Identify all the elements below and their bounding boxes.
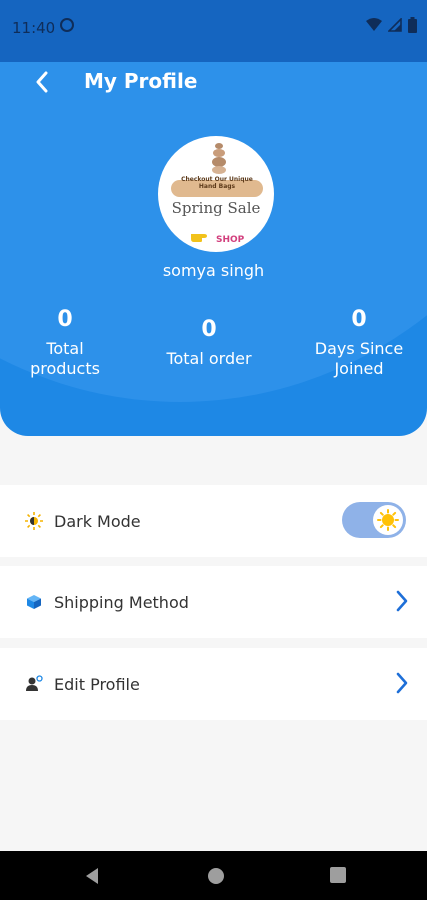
- chevron-right-icon: [396, 672, 408, 694]
- settings-row-edit-profile[interactable]: Edit Profile: [0, 648, 427, 720]
- avatar-headline: Spring Sale: [171, 199, 261, 217]
- user-name: somya singh: [162, 261, 265, 280]
- back-button[interactable]: [24, 62, 60, 102]
- pointing-hand-icon: [191, 234, 207, 242]
- stat-value: 0: [57, 307, 73, 332]
- arrow-left-icon: [36, 71, 48, 93]
- status-icons: [366, 17, 417, 33]
- stat-label-line1: Total order: [166, 349, 252, 368]
- stones-illustration: [212, 143, 226, 174]
- avatar-shop-label: SHOP: [216, 235, 245, 245]
- settings-row-shipping-method[interactable]: Shipping Method: [0, 566, 427, 638]
- toggle-knob: [373, 505, 403, 535]
- signal-icon: [388, 18, 402, 32]
- status-bar: 11:40: [0, 0, 427, 62]
- box-icon: [24, 592, 44, 612]
- dark-mode-toggle[interactable]: [342, 502, 406, 538]
- stat-days-since-joined: 0 Days Since Joined: [304, 307, 414, 379]
- page-title: My Profile: [84, 69, 198, 93]
- shipping-method-label: Shipping Method: [54, 592, 189, 612]
- stat-label-line1: Total: [46, 339, 84, 358]
- edit-profile-label: Edit Profile: [54, 674, 140, 694]
- system-nav-bar: [0, 851, 427, 900]
- stat-value: 0: [351, 307, 367, 332]
- data-saver-icon: [60, 18, 74, 32]
- stat-label-line1: Days Since: [314, 339, 404, 358]
- user-icon: [24, 674, 44, 694]
- dark-mode-label: Dark Mode: [54, 511, 141, 531]
- stat-label-line2: Joined: [334, 359, 384, 378]
- nav-recents-icon[interactable]: [330, 867, 346, 883]
- stat-label-line2: products: [30, 359, 100, 378]
- profile-header: My Profile Checkout Our Unique Hand Bags…: [0, 62, 427, 436]
- stat-total-order: 0 Total order: [158, 317, 260, 369]
- stat-total-products: 0 Total products: [14, 307, 116, 379]
- settings-row-dark-mode[interactable]: Dark Mode: [0, 485, 427, 557]
- stat-value: 0: [201, 317, 217, 342]
- sun-icon: [377, 509, 399, 531]
- avatar[interactable]: Checkout Our Unique Hand Bags Spring Sal…: [158, 136, 274, 252]
- battery-icon: [408, 17, 417, 33]
- nav-home-icon[interactable]: [207, 867, 225, 885]
- sun-icon: [24, 511, 44, 531]
- wifi-icon: [366, 18, 382, 31]
- status-time: 11:40: [12, 19, 56, 37]
- nav-back-icon[interactable]: [84, 867, 100, 885]
- avatar-tag-text: Checkout Our Unique Hand Bags: [181, 176, 253, 190]
- chevron-right-icon: [396, 590, 408, 612]
